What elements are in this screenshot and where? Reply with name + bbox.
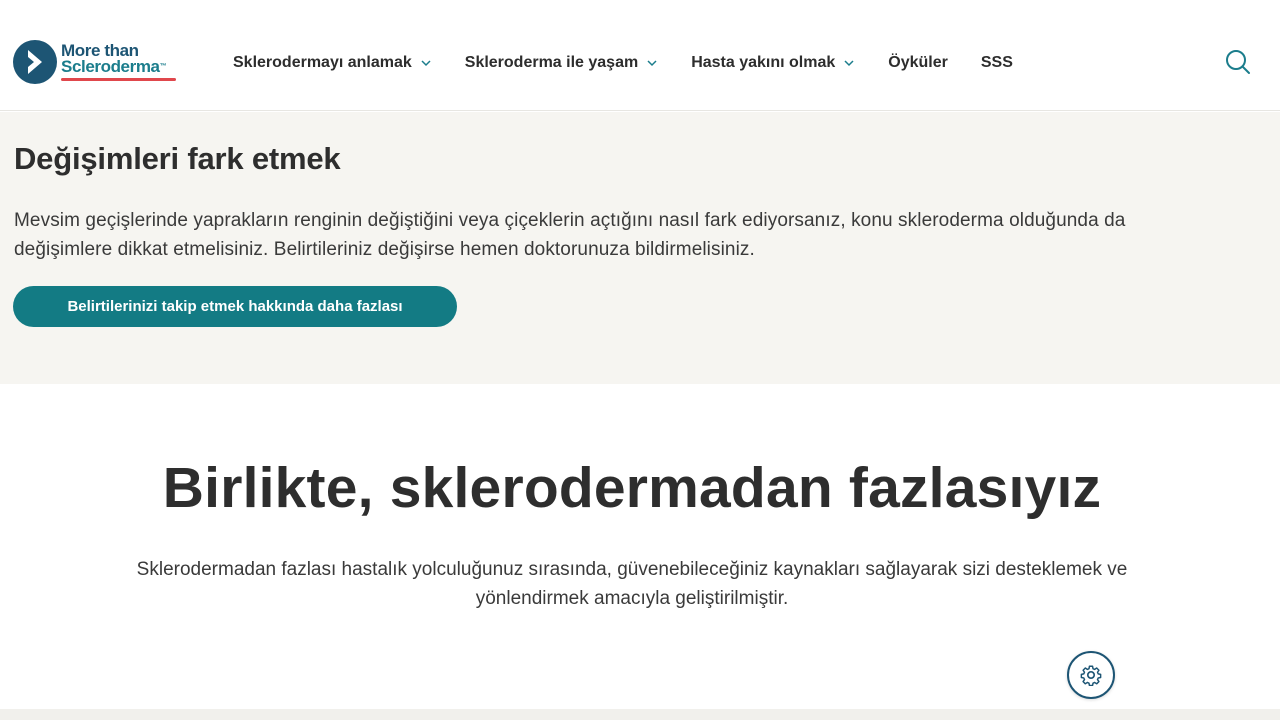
track-symptoms-button[interactable]: Belirtilerinizi takip etmek hakkında dah… [13,286,457,327]
search-button[interactable] [1224,48,1252,76]
nav-item-caregiver[interactable]: Hasta yakını olmak [691,54,855,72]
nav-item-label: Hasta yakını olmak [691,54,836,71]
logo-chevron-right-icon [13,40,57,84]
noticing-changes-section: Değişimleri fark etmek Mevsim geçişlerin… [0,112,1280,384]
nav-item-living-with[interactable]: Skleroderma ile yaşam [465,54,658,72]
nav-item-stories[interactable]: Öyküler [888,54,948,72]
trademark-symbol: ™ [159,63,167,70]
nav-item-label: Sklerodermayı anlamak [233,54,412,71]
logo-line-2: Scleroderma™ [61,57,186,76]
main-nav: Sklerodermayı anlamak Skleroderma ile ya… [233,51,1013,75]
section-heading: Değişimleri fark etmek [14,141,341,176]
nav-item-understanding[interactable]: Sklerodermayı anlamak [233,54,432,72]
nav-item-label: SSS [980,54,1013,71]
page-title: Birlikte, sklerodermadan fazlasıyız [162,456,1102,520]
nav-item-label: Skleroderma ile yaşam [464,54,639,71]
logo-line-2-text: Scleroderma [61,57,160,76]
logo-wordmark: More than Scleroderma™ [61,42,186,76]
nav-item-label: Öyküler [888,54,948,71]
site-logo[interactable]: More than Scleroderma™ [13,39,183,85]
nav-item-faq[interactable]: SSS [981,54,1013,72]
site-header: More than Scleroderma™ Sklerodermayı anl… [0,0,1280,111]
intro-paragraph: Sklerodermadan fazlası hastalık yolculuğ… [136,559,1128,609]
chevron-down-icon [421,60,431,67]
next-section-edge [0,709,1280,720]
logo-underline [61,78,176,81]
chevron-down-icon [647,60,657,67]
gear-icon [1080,665,1102,686]
section-paragraph: Mevsim geçişlerinde yaprakların renginin… [14,210,1126,260]
search-icon [1226,50,1250,74]
cookie-settings-button[interactable] [1067,651,1115,699]
chevron-down-icon [844,60,854,67]
